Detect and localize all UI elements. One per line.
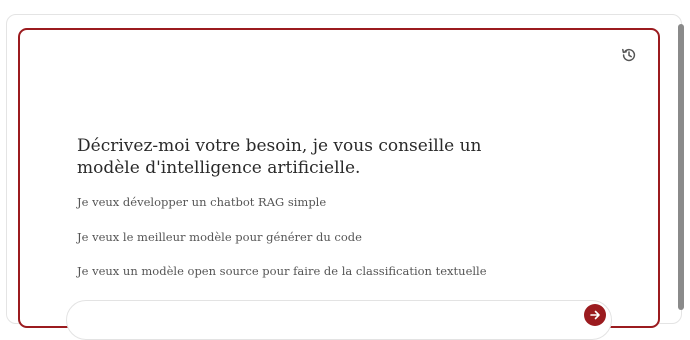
page-title: Décrivez-moi votre besoin, je vous conse… [77, 136, 482, 178]
send-button[interactable] [584, 304, 606, 326]
suggestion-chatbot-rag[interactable]: Je veux développer un chatbot RAG simple [77, 194, 326, 210]
history-button[interactable] [618, 44, 640, 66]
suggestion-code-generation[interactable]: Je veux le meilleur modèle pour générer … [77, 229, 362, 245]
chat-input[interactable] [66, 300, 612, 340]
scrollbar[interactable] [678, 24, 684, 310]
suggestion-text-classification[interactable]: Je veux un modèle open source pour faire… [77, 263, 487, 279]
history-icon [622, 48, 636, 62]
send-icon [590, 310, 600, 320]
